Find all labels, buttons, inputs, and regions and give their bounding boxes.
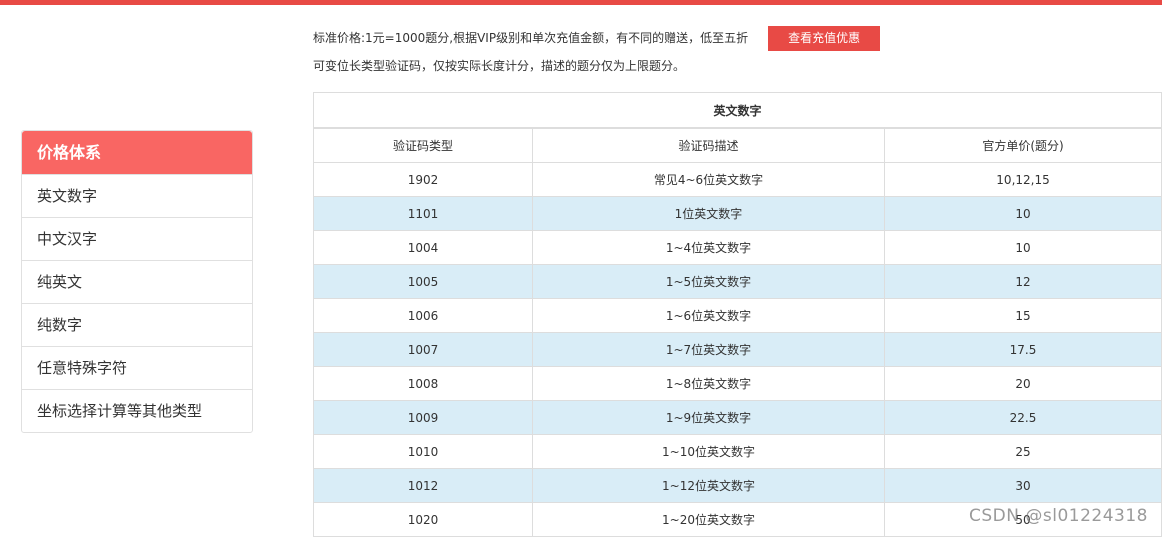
cell-type: 1006 [313, 298, 533, 333]
variable-length-note: 可变位长类型验证码，仅按实际长度计分，描述的题分仅为上限题分。 [313, 59, 686, 73]
cell-type: 1101 [313, 196, 533, 231]
view-recharge-offers-button[interactable]: 查看充值优惠 [768, 25, 881, 51]
cell-price: 30 [883, 468, 1162, 503]
table-row: 1009 1~9位英文数字 22.5 [313, 400, 1162, 435]
cell-type: 1008 [313, 366, 533, 401]
table-row: 1012 1~12位英文数字 30 [313, 468, 1162, 503]
table-header-row: 验证码类型 验证码描述 官方单价(题分) [313, 127, 1162, 163]
cell-description: 1~10位英文数字 [532, 434, 885, 469]
cell-description: 常见4~6位英文数字 [532, 162, 885, 197]
table-row: 1005 1~5位英文数字 12 [313, 264, 1162, 299]
top-accent-bar [0, 0, 1162, 5]
cell-price: 15 [883, 298, 1162, 333]
cell-description: 1~12位英文数字 [532, 468, 885, 503]
sidebar-item-chinese[interactable]: 中文汉字 [22, 217, 252, 260]
sidebar-item-numeric[interactable]: 纯数字 [22, 303, 252, 346]
cell-price: 17.5 [883, 332, 1162, 367]
cell-price: 10 [883, 196, 1162, 231]
table-row: 1006 1~6位英文数字 15 [313, 298, 1162, 333]
cell-description: 1~8位英文数字 [532, 366, 885, 401]
table-row: 1010 1~10位英文数字 25 [313, 434, 1162, 469]
cell-price: 10,12,15 [883, 162, 1162, 197]
sidebar-item-special-chars[interactable]: 任意特殊字符 [22, 346, 252, 389]
cell-price: 25 [883, 434, 1162, 469]
cell-type: 1902 [313, 162, 533, 197]
sidebar-header: 价格体系 [22, 131, 252, 174]
sidebar-item-coordinate-other[interactable]: 坐标选择计算等其他类型 [22, 389, 252, 432]
table-caption-row: 英文数字 [312, 92, 1162, 129]
cell-description: 1位英文数字 [532, 196, 885, 231]
table-row: 1008 1~8位英文数字 20 [313, 366, 1162, 401]
cell-price: 10 [883, 230, 1162, 265]
cell-price: 20 [883, 366, 1162, 401]
sidebar-item-alphanumeric[interactable]: 英文数字 [22, 174, 252, 217]
column-header-price: 官方单价(题分) [883, 127, 1162, 163]
cell-type: 1007 [313, 332, 533, 367]
pricing-sidebar: 价格体系 英文数字 中文汉字 纯英文 纯数字 任意特殊字符 坐标选择计算等其他类… [21, 130, 253, 433]
cell-type: 1005 [313, 264, 533, 299]
csdn-watermark: CSDN @sl01224318 [969, 506, 1148, 526]
sidebar-item-english[interactable]: 纯英文 [22, 260, 252, 303]
cell-type: 1012 [313, 468, 533, 503]
cell-description: 1~20位英文数字 [532, 502, 885, 537]
cell-description: 1~4位英文数字 [532, 230, 885, 265]
cell-type: 1004 [313, 230, 533, 265]
cell-description: 1~7位英文数字 [532, 332, 885, 367]
table-caption: 英文数字 [312, 92, 1162, 129]
cell-price: 22.5 [883, 400, 1162, 435]
cell-type: 1020 [313, 502, 533, 537]
cell-type: 1009 [313, 400, 533, 435]
cell-description: 1~5位英文数字 [532, 264, 885, 299]
cell-description: 1~9位英文数字 [532, 400, 885, 435]
price-table-container: 英文数字 验证码类型 验证码描述 官方单价(题分) 1902 常见4~6位英文数… [312, 92, 1162, 537]
table-row: 1101 1位英文数字 10 [313, 196, 1162, 231]
standard-price-text: 标准价格:1元=1000题分,根据VIP级别和单次充值金额，有不同的赠送，低至五… [313, 31, 749, 45]
cell-price: 12 [883, 264, 1162, 299]
column-header-description: 验证码描述 [532, 127, 885, 163]
column-header-type: 验证码类型 [313, 127, 533, 163]
pricing-intro: 标准价格:1元=1000题分,根据VIP级别和单次充值金额，有不同的赠送，低至五… [313, 24, 1073, 80]
intro-row: 标准价格:1元=1000题分,根据VIP级别和单次充值金额，有不同的赠送，低至五… [313, 24, 1073, 52]
table-row: 1007 1~7位英文数字 17.5 [313, 332, 1162, 367]
cell-description: 1~6位英文数字 [532, 298, 885, 333]
table-row: 1902 常见4~6位英文数字 10,12,15 [313, 162, 1162, 197]
table-row: 1004 1~4位英文数字 10 [313, 230, 1162, 265]
cell-type: 1010 [313, 434, 533, 469]
price-table: 英文数字 验证码类型 验证码描述 官方单价(题分) 1902 常见4~6位英文数… [312, 92, 1162, 537]
